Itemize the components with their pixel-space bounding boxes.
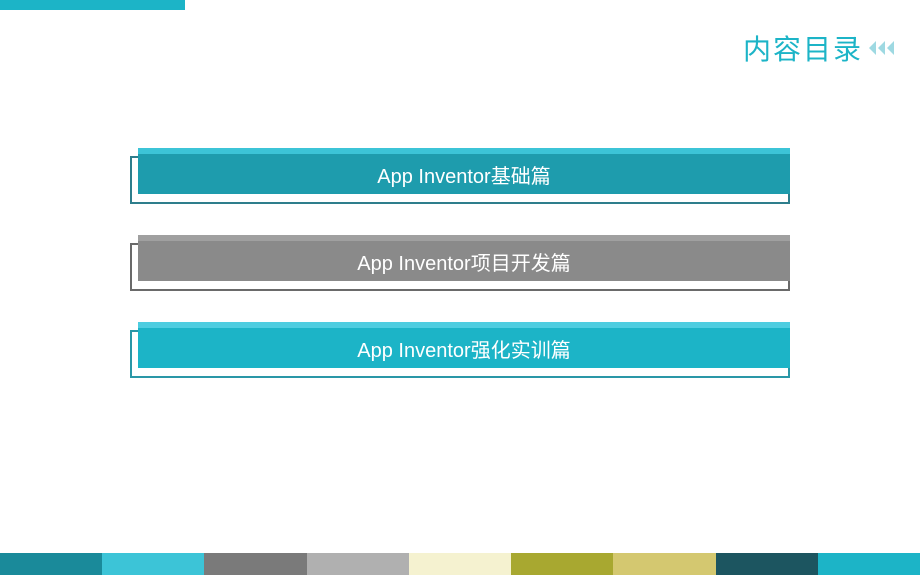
footer-block [716, 553, 818, 575]
toc-list: App Inventor基础篇 App Inventor项目开发篇 App In… [130, 148, 790, 409]
item-bar: App Inventor强化实训篇 [138, 322, 790, 368]
toc-item-label: App Inventor强化实训篇 [357, 334, 570, 363]
toc-item-label: App Inventor项目开发篇 [357, 247, 570, 276]
chevron-left-icon [887, 41, 896, 55]
toc-item-basics: App Inventor基础篇 [130, 148, 790, 204]
footer-block [204, 553, 306, 575]
footer-block [818, 553, 920, 575]
toc-item-project: App Inventor项目开发篇 [130, 235, 790, 291]
footer-block [409, 553, 511, 575]
footer-block [102, 553, 204, 575]
chevron-left-icon [869, 41, 878, 55]
toc-item-training: App Inventor强化实训篇 [130, 322, 790, 378]
footer-color-bar [0, 553, 920, 575]
header: 内容目录 [743, 28, 896, 68]
footer-block [613, 553, 715, 575]
toc-item-label: App Inventor基础篇 [377, 160, 550, 189]
footer-block [0, 553, 102, 575]
item-bar: App Inventor基础篇 [138, 148, 790, 194]
top-accent-bar [0, 0, 185, 10]
item-bar: App Inventor项目开发篇 [138, 235, 790, 281]
chevron-decoration [869, 41, 896, 55]
footer-block [511, 553, 613, 575]
footer-block [307, 553, 409, 575]
chevron-left-icon [878, 41, 887, 55]
page-title: 内容目录 [743, 28, 863, 68]
